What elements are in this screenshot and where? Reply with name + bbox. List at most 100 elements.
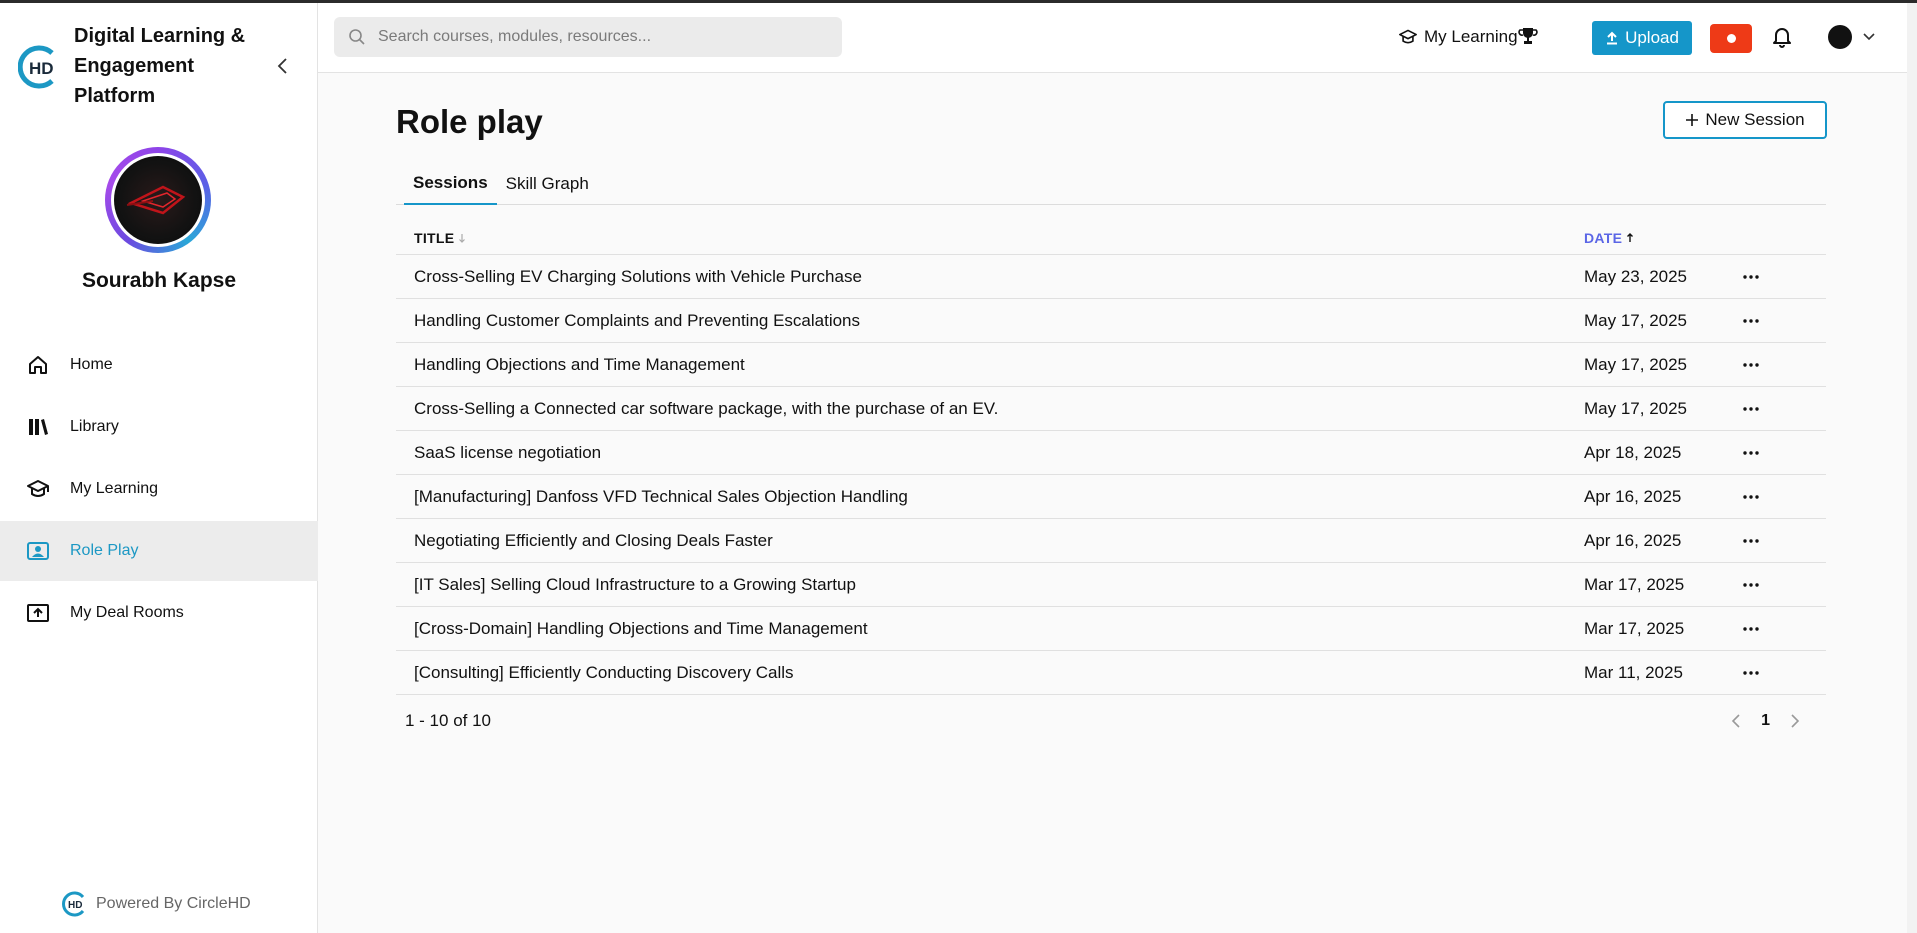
tab-skill-graph[interactable]: Skill Graph bbox=[497, 163, 598, 205]
session-date: May 17, 2025 bbox=[1584, 354, 1688, 374]
more-horizontal-icon bbox=[1743, 626, 1759, 631]
row-menu-button[interactable] bbox=[1736, 670, 1766, 675]
row-menu-button[interactable] bbox=[1736, 626, 1766, 631]
tab-bar: Sessions Skill Graph bbox=[396, 163, 1826, 205]
page-range: 1 - 10 of 10 bbox=[405, 711, 492, 730]
session-title: Negotiating Efficiently and Closing Deal… bbox=[414, 530, 773, 550]
column-header-title[interactable]: TITLE bbox=[414, 230, 1584, 246]
session-date: Mar 17, 2025 bbox=[1584, 574, 1685, 594]
table-row[interactable]: [Consulting] Efficiently Conducting Disc… bbox=[396, 651, 1826, 695]
profile-menu[interactable] bbox=[1828, 25, 1876, 49]
search-input[interactable] bbox=[378, 28, 818, 46]
trophy-icon bbox=[1518, 28, 1538, 44]
upload-button[interactable]: Upload bbox=[1592, 21, 1692, 55]
row-menu-button[interactable] bbox=[1736, 362, 1766, 367]
table-row[interactable]: [Manufacturing] Danfoss VFD Technical Sa… bbox=[396, 475, 1826, 519]
row-menu-button[interactable] bbox=[1736, 406, 1766, 411]
bell-icon bbox=[1773, 28, 1791, 48]
new-session-label: New Session bbox=[1705, 110, 1805, 129]
sort-up-icon bbox=[1627, 232, 1634, 242]
sidebar-item-home[interactable]: Home bbox=[0, 335, 318, 395]
table-row[interactable]: [IT Sales] Selling Cloud Infrastructure … bbox=[396, 563, 1826, 607]
table-row[interactable]: Handling Objections and Time Management M… bbox=[396, 343, 1826, 387]
circlehd-logo-icon: HD bbox=[62, 891, 85, 917]
new-session-button[interactable]: New Session bbox=[1663, 101, 1827, 139]
brand: HD Digital Learning & Engagement Platfor… bbox=[18, 21, 264, 111]
plus-icon bbox=[1686, 114, 1699, 126]
session-date: Mar 17, 2025 bbox=[1584, 618, 1685, 638]
table-row[interactable]: [Cross-Domain] Handling Objections and T… bbox=[396, 607, 1826, 651]
sidebar-item-my-learning[interactable]: My Learning bbox=[0, 459, 318, 519]
record-button[interactable] bbox=[1710, 24, 1752, 53]
more-horizontal-icon bbox=[1743, 274, 1759, 279]
session-date: May 17, 2025 bbox=[1584, 310, 1688, 330]
table-header: TITLE DATE bbox=[396, 221, 1826, 255]
session-date: Mar 11, 2025 bbox=[1584, 662, 1683, 682]
sidebar-item-label: My Learning bbox=[70, 480, 159, 497]
row-menu-button[interactable] bbox=[1736, 538, 1766, 543]
session-title: Cross-Selling EV Charging Solutions with… bbox=[414, 266, 862, 286]
page-scrollbar[interactable] bbox=[1907, 3, 1917, 933]
page-title: Role play bbox=[396, 103, 543, 140]
row-menu-button[interactable] bbox=[1736, 494, 1766, 499]
more-horizontal-icon bbox=[1743, 494, 1759, 499]
notifications-button[interactable] bbox=[1772, 26, 1792, 53]
chevron-left-icon bbox=[1731, 714, 1740, 728]
session-title: [IT Sales] Selling Cloud Infrastructure … bbox=[414, 574, 856, 594]
row-menu-button[interactable] bbox=[1736, 450, 1766, 455]
deal-room-icon bbox=[26, 601, 50, 625]
upload-label: Upload bbox=[1625, 28, 1679, 47]
sidebar-nav: Home Library My Learning Role Play My De… bbox=[0, 335, 318, 645]
column-header-label: DATE bbox=[1584, 229, 1623, 246]
session-title: SaaS license negotiation bbox=[414, 442, 602, 462]
more-horizontal-icon bbox=[1743, 318, 1759, 323]
collapse-sidebar-button[interactable] bbox=[272, 55, 294, 77]
graduation-cap-icon bbox=[1399, 29, 1417, 44]
next-page-button[interactable] bbox=[1790, 713, 1800, 729]
circlehd-logo-icon: HD bbox=[18, 45, 54, 89]
user-name: Sourabh Kapse bbox=[81, 269, 237, 292]
sidebar: HD Digital Learning & Engagement Platfor… bbox=[0, 3, 318, 933]
more-horizontal-icon bbox=[1743, 450, 1759, 455]
row-menu-button[interactable] bbox=[1736, 582, 1766, 587]
sessions-table: TITLE DATE Cross-Selling EV Charging Sol… bbox=[396, 221, 1826, 695]
top-my-learning-link[interactable]: My Learning bbox=[1398, 27, 1518, 47]
more-horizontal-icon bbox=[1743, 406, 1759, 411]
more-horizontal-icon bbox=[1743, 670, 1759, 675]
table-row[interactable]: Negotiating Efficiently and Closing Deal… bbox=[396, 519, 1826, 563]
library-icon bbox=[26, 415, 50, 439]
tab-sessions[interactable]: Sessions bbox=[404, 163, 497, 205]
graduation-cap-icon bbox=[26, 477, 50, 501]
sidebar-item-label: Home bbox=[70, 356, 113, 373]
leaderboard-button[interactable] bbox=[1518, 26, 1538, 51]
session-title: [Cross-Domain] Handling Objections and T… bbox=[414, 618, 868, 638]
search-box[interactable] bbox=[334, 17, 842, 57]
column-header-date[interactable]: DATE bbox=[1584, 230, 1634, 246]
upload-icon bbox=[1607, 31, 1618, 45]
chevron-right-icon bbox=[1791, 714, 1800, 728]
avatar-image-icon bbox=[126, 185, 186, 215]
row-menu-button[interactable] bbox=[1736, 318, 1766, 323]
sidebar-item-label: My Deal Rooms bbox=[70, 604, 184, 621]
chevron-left-icon bbox=[277, 58, 287, 74]
sidebar-item-library[interactable]: Library bbox=[0, 397, 318, 457]
sidebar-item-label: Library bbox=[70, 418, 119, 435]
table-row[interactable]: Cross-Selling EV Charging Solutions with… bbox=[396, 255, 1826, 299]
role-play-icon bbox=[26, 539, 50, 563]
sidebar-item-role-play[interactable]: Role Play bbox=[0, 521, 318, 581]
sidebar-item-my-deal-rooms[interactable]: My Deal Rooms bbox=[0, 583, 318, 643]
prev-page-button[interactable] bbox=[1731, 713, 1741, 729]
avatar[interactable] bbox=[105, 147, 211, 253]
table-row[interactable]: Handling Customer Complaints and Prevent… bbox=[396, 299, 1826, 343]
brand-title: Digital Learning & Engagement Platform bbox=[74, 25, 246, 107]
powered-by[interactable]: HD Powered By CircleHD bbox=[62, 891, 251, 917]
more-horizontal-icon bbox=[1743, 362, 1759, 367]
current-page[interactable]: 1 bbox=[1761, 712, 1770, 730]
table-row[interactable]: Cross-Selling a Connected car software p… bbox=[396, 387, 1826, 431]
chevron-down-icon bbox=[1863, 33, 1875, 41]
session-date: Apr 16, 2025 bbox=[1584, 530, 1682, 550]
row-menu-button[interactable] bbox=[1736, 274, 1766, 279]
powered-by-label: Powered By CircleHD bbox=[96, 895, 251, 912]
table-row[interactable]: SaaS license negotiation Apr 18, 2025 bbox=[396, 431, 1826, 475]
session-date: Apr 18, 2025 bbox=[1584, 442, 1682, 462]
